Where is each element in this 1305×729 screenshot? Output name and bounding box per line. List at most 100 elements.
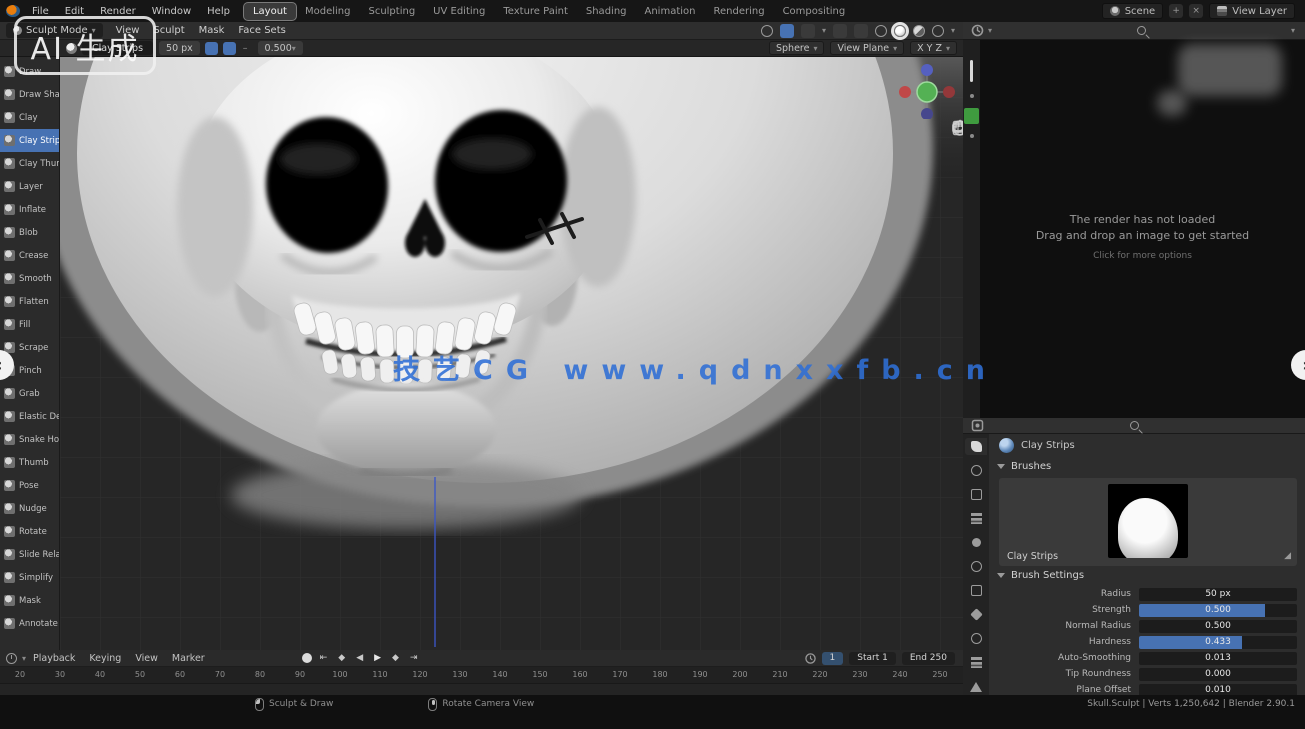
- sculpt-tool-item[interactable]: Clay Strips: [0, 129, 59, 152]
- sculpt-tool-item[interactable]: Blob: [0, 221, 59, 244]
- sculpt-tool-item[interactable]: Thumb: [0, 451, 59, 474]
- sculpt-tool-item[interactable]: Simplify: [0, 566, 59, 589]
- setting-slider[interactable]: 0.000: [1139, 668, 1297, 681]
- new-scene-button[interactable]: +: [1169, 4, 1183, 18]
- setting-slider[interactable]: 0.433: [1139, 636, 1297, 649]
- image-panel-body[interactable]: The render has not loaded Drag and drop …: [963, 40, 1305, 418]
- shading-material-button[interactable]: [913, 25, 925, 37]
- auto-key-record-button[interactable]: [302, 653, 312, 663]
- jump-start-button[interactable]: ⇤: [317, 653, 331, 663]
- sculpt-tool-item[interactable]: Slide Relax: [0, 543, 59, 566]
- properties-tab-world[interactable]: [965, 558, 987, 575]
- tool-settings-dropdown[interactable]: Sphere ▾: [769, 41, 824, 55]
- play-button[interactable]: ▶: [371, 653, 384, 663]
- radius-field[interactable]: 50 px: [159, 41, 200, 55]
- workspace-tab[interactable]: Rendering: [704, 3, 773, 20]
- topbar-menu-item[interactable]: Help: [199, 3, 238, 20]
- workspace-tab[interactable]: Sculpting: [359, 3, 424, 20]
- timeline-menu-item[interactable]: Playback: [26, 651, 82, 666]
- gizmo-z-neg-axis[interactable]: [921, 108, 933, 119]
- frame-end-field[interactable]: End 250: [902, 652, 955, 665]
- sculpt-tool-item[interactable]: Nudge: [0, 497, 59, 520]
- sculpt-tool-item[interactable]: Clay: [0, 106, 59, 129]
- timeline-editor-icon[interactable]: [6, 653, 17, 664]
- chevron-down-icon[interactable]: ▾: [822, 26, 826, 35]
- shading-dropdown-icon[interactable]: ▾: [951, 26, 955, 35]
- scene-selector[interactable]: Scene: [1102, 3, 1164, 19]
- gizmo-x-axis[interactable]: [899, 86, 911, 98]
- sculpt-tool-item[interactable]: Clay Thumb: [0, 152, 59, 175]
- workspace-tab[interactable]: UV Editing: [424, 3, 494, 20]
- search-icon[interactable]: [1130, 421, 1139, 430]
- sculpt-tool-item[interactable]: Fill: [0, 313, 59, 336]
- properties-tab-object[interactable]: [965, 582, 987, 599]
- strength-field[interactable]: 0.500 ▾: [258, 41, 303, 55]
- brush-preview-thumbnail[interactable]: [1108, 484, 1188, 558]
- setting-slider[interactable]: 50 px: [1139, 588, 1297, 601]
- frame-start-field[interactable]: Start 1: [849, 652, 896, 665]
- sculpt-tool-item[interactable]: Rotate: [0, 520, 59, 543]
- prev-keyframe-button[interactable]: ◆: [335, 653, 348, 663]
- view-layer-selector[interactable]: View Layer: [1209, 3, 1295, 19]
- setting-slider[interactable]: 0.013: [1139, 652, 1297, 665]
- show-overlays-toggle[interactable]: [854, 24, 868, 38]
- current-frame-field[interactable]: 1: [822, 652, 844, 665]
- strength-pressure-toggle[interactable]: [223, 42, 236, 55]
- search-icon[interactable]: [1137, 26, 1146, 35]
- setting-slider[interactable]: 0.500: [1139, 620, 1297, 633]
- timeline-menu-item[interactable]: Keying: [82, 651, 128, 666]
- sculpt-tool-item[interactable]: Grab: [0, 382, 59, 405]
- gallery-expander-icon[interactable]: ◢: [1284, 551, 1291, 561]
- orientation-globe-icon[interactable]: [761, 25, 773, 37]
- properties-editor-icon[interactable]: [971, 419, 984, 432]
- unlink-scene-button[interactable]: ×: [1189, 4, 1203, 18]
- workspace-tab[interactable]: Shading: [577, 3, 636, 20]
- proportional-editing-toggle[interactable]: [780, 24, 794, 38]
- timeline-track[interactable]: [0, 684, 963, 695]
- properties-tab-view-layer[interactable]: [965, 510, 987, 527]
- properties-tab-render[interactable]: [965, 462, 987, 479]
- brush-datablock-icon[interactable]: [999, 438, 1014, 453]
- sculpt-tool-item[interactable]: Flatten: [0, 290, 59, 313]
- topbar-menu-item[interactable]: Window: [144, 3, 199, 20]
- tool-settings-dropdown[interactable]: View Plane ▾: [830, 41, 904, 55]
- next-keyframe-button[interactable]: ◆: [389, 653, 402, 663]
- green-marker-icon[interactable]: [964, 108, 979, 124]
- filter-icon[interactable]: ▾: [1291, 26, 1295, 35]
- workspace-tab[interactable]: Modeling: [296, 3, 360, 20]
- workspace-tab[interactable]: Texture Paint: [494, 3, 577, 20]
- radius-pressure-toggle[interactable]: [205, 42, 218, 55]
- navigation-gizmo[interactable]: [899, 61, 955, 119]
- viewport-menu-item[interactable]: Mask: [192, 23, 232, 38]
- gizmo-y-axis[interactable]: [917, 82, 937, 102]
- sculpt-tool-item[interactable]: Smooth: [0, 267, 59, 290]
- properties-tab-scene[interactable]: [965, 534, 987, 551]
- properties-tab-constraints[interactable]: [965, 654, 987, 671]
- shading-wireframe-button[interactable]: [875, 25, 887, 37]
- sculpt-tool-item[interactable]: Elastic Deform: [0, 405, 59, 428]
- sculpt-tool-item[interactable]: Pose: [0, 474, 59, 497]
- snap-magnet-toggle[interactable]: [801, 24, 815, 38]
- properties-tab-data[interactable]: [965, 678, 987, 695]
- workspace-tab[interactable]: Animation: [636, 3, 705, 20]
- show-gizmo-toggle[interactable]: [833, 24, 847, 38]
- chevron-down-icon[interactable]: ▾: [988, 26, 992, 35]
- sculpt-tool-item[interactable]: Layer: [0, 175, 59, 198]
- brushes-section-header[interactable]: Brushes: [989, 457, 1305, 476]
- scrollbar[interactable]: [970, 60, 973, 82]
- sculpt-tool-item[interactable]: Draw Sharp: [0, 83, 59, 106]
- sculpt-tool-item[interactable]: Crease: [0, 244, 59, 267]
- shading-rendered-button[interactable]: [932, 25, 944, 37]
- workspace-tab[interactable]: Compositing: [774, 3, 855, 20]
- brush-settings-section-header[interactable]: Brush Settings: [989, 566, 1305, 585]
- sculpt-tool-item[interactable]: Inflate: [0, 198, 59, 221]
- properties-tab-modifiers[interactable]: [965, 606, 987, 623]
- viewport-menu-item[interactable]: Face Sets: [231, 23, 292, 38]
- brush-gallery[interactable]: Clay Strips ◢: [999, 478, 1297, 566]
- workspace-tab[interactable]: Layout: [244, 3, 296, 20]
- tool-settings-dropdown[interactable]: X Y Z ▾: [910, 41, 957, 55]
- timeline-menu-item[interactable]: Marker: [165, 651, 212, 666]
- shading-solid-button[interactable]: [894, 25, 906, 37]
- properties-tab-tool[interactable]: [965, 438, 987, 455]
- sculpt-tool-item[interactable]: Mask: [0, 589, 59, 612]
